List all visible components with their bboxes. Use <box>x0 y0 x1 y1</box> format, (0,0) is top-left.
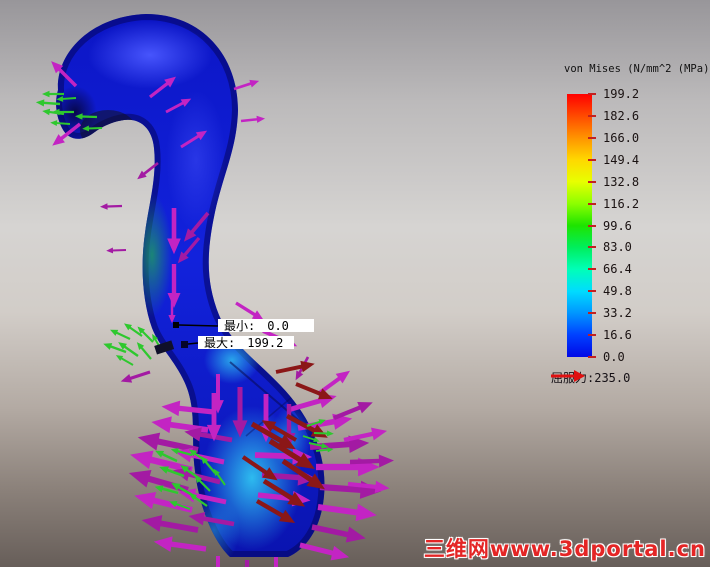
legend-title: von Mises (N/mm^2 (MPa)) <box>564 63 710 75</box>
legend-value: 99.6 <box>603 218 632 233</box>
model-tube <box>56 14 325 557</box>
legend-value: 166.0 <box>603 130 640 145</box>
max-label: 最大: <box>204 336 236 350</box>
min-label: 最小: <box>224 319 256 333</box>
legend-value: 16.6 <box>603 328 632 343</box>
legend-value: 132.8 <box>603 174 640 189</box>
yield-arrow-icon <box>551 370 585 382</box>
legend-value: 199.2 <box>603 87 640 101</box>
tick-mark <box>588 114 596 117</box>
tick-mark <box>588 334 596 337</box>
max-callout[interactable]: 最大: 199.2 <box>198 335 294 350</box>
tick-mark <box>588 268 596 271</box>
tick-mark <box>588 158 596 161</box>
tick-mark <box>588 246 596 249</box>
tick-mark <box>588 312 596 315</box>
legend-value: 149.4 <box>603 152 640 167</box>
yield-annotation: 屈服力:235.0 <box>551 369 630 386</box>
tick-mark <box>588 224 596 227</box>
min-callout[interactable]: 最小: 0.0 <box>218 318 314 333</box>
simulation-viewport[interactable]: von Mises (N/mm^2 (MPa)) 199.2 182.6 166… <box>0 0 710 567</box>
legend-value: 33.2 <box>603 306 632 321</box>
tick-mark <box>588 180 596 183</box>
tick-mark <box>588 202 596 205</box>
watermark: 三维网www.3dportal.cn <box>423 537 706 561</box>
tick-mark <box>588 290 596 293</box>
max-value: 199.2 <box>247 335 284 350</box>
yield-value: 235.0 <box>594 371 631 385</box>
legend-value: 0.0 <box>603 350 625 365</box>
legend-value: 83.0 <box>603 240 632 255</box>
legend-value: 116.2 <box>603 196 640 211</box>
legend-value: 66.4 <box>603 262 632 277</box>
tick-mark <box>588 356 596 359</box>
tick-mark <box>588 136 596 139</box>
legend-value: 49.8 <box>603 284 632 299</box>
stress-legend: 199.2 182.6 166.0 149.4 132.8 116.2 99.6… <box>567 87 710 364</box>
min-value: 0.0 <box>267 318 289 333</box>
legend-value: 182.6 <box>603 108 640 123</box>
tick-mark <box>588 93 596 95</box>
